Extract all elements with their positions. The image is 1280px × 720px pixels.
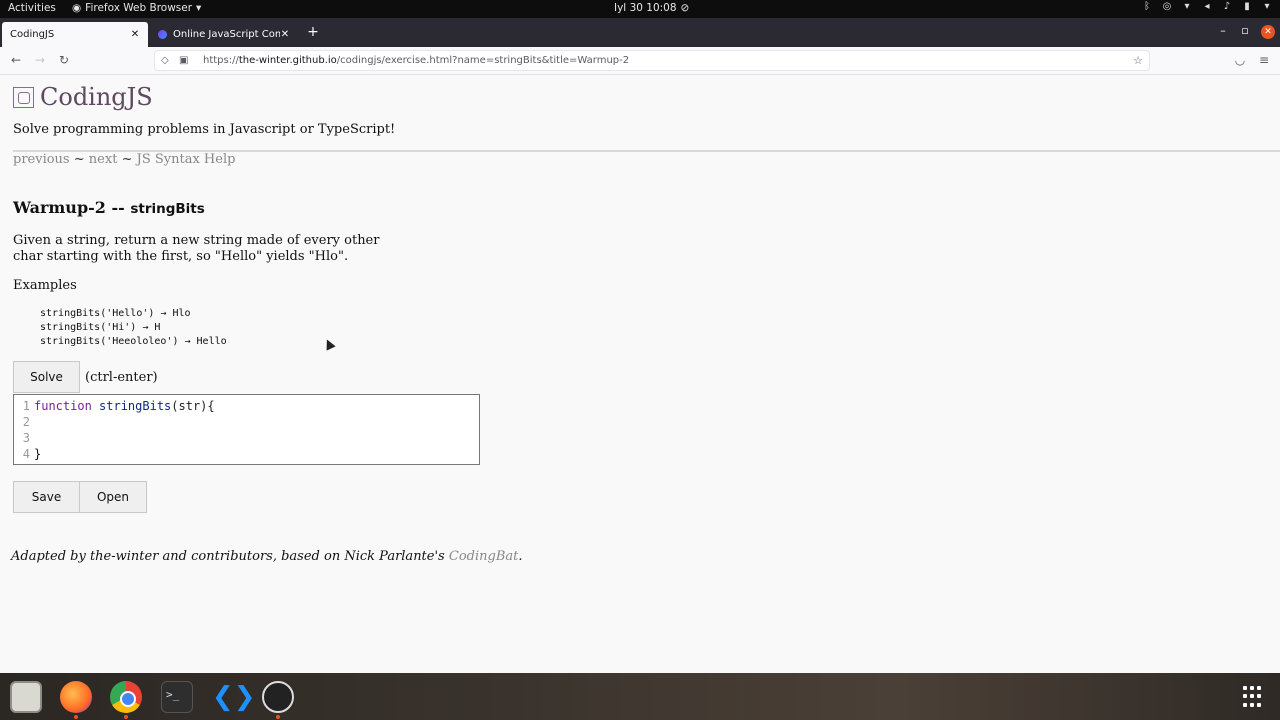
close-window-icon[interactable]: ✕	[1261, 25, 1275, 39]
lock-icon[interactable]: ▣	[179, 55, 191, 66]
pocket-icon[interactable]: ◡	[1233, 53, 1247, 67]
tab-strip: CodingJS ✕ Online JavaScript Compil ✕	[0, 18, 1280, 47]
url-text: https://the-winter.github.io/codingjs/ex…	[203, 55, 630, 66]
footer-text: Adapted by the-winter and contributors, …	[11, 549, 445, 564]
reload-icon[interactable]: ↻	[57, 53, 71, 67]
examples-list: stringBits('Hello') → Hlo stringBits('Hi…	[40, 307, 227, 349]
running-indicator	[276, 715, 280, 719]
forward-icon[interactable]: →	[33, 53, 47, 67]
line-number: 3	[22, 431, 30, 445]
code-line: 2	[14, 414, 479, 430]
code-text: }	[34, 447, 42, 461]
close-tab-icon[interactable]: ✕	[130, 29, 140, 40]
chrome-icon[interactable]	[110, 681, 142, 713]
chevron-down-icon: ▾	[196, 2, 202, 14]
exercise-nav: previous ~ next ~ JS Syntax Help	[13, 152, 235, 167]
solve-shortcut-hint: (ctrl-enter)	[85, 370, 158, 385]
running-indicator	[74, 715, 78, 719]
open-button[interactable]: Open	[79, 481, 147, 513]
firefox-small-icon: ◉	[72, 2, 82, 14]
clock-label: Iyl 30 10:08	[614, 2, 677, 14]
site-header: CodingJS	[13, 83, 153, 111]
code-editor[interactable]: 1 function stringBits(str){ 2 3 4 }	[13, 394, 480, 465]
web-page: CodingJS Solve programming problems in J…	[0, 75, 1280, 673]
firefox-icon[interactable]	[60, 681, 92, 713]
clock[interactable]: Iyl 30 10:08 ⊘	[614, 2, 689, 14]
footer-period: .	[518, 549, 523, 564]
line-number: 2	[22, 415, 30, 429]
tab-title: CodingJS	[10, 29, 55, 40]
menu-icon[interactable]: ≡	[1257, 53, 1271, 67]
files-icon[interactable]	[10, 681, 42, 713]
site-title: CodingJS	[40, 83, 153, 111]
wifi-icon: ▾	[1184, 1, 1190, 12]
tab-favicon-icon	[158, 30, 167, 39]
js-syntax-help-link[interactable]: JS Syntax Help	[137, 152, 236, 167]
save-button[interactable]: Save	[13, 481, 80, 513]
exercise-category: Warmup-2 --	[13, 198, 125, 217]
mouse-cursor	[322, 337, 336, 351]
codingbat-link[interactable]: CodingBat	[449, 549, 518, 564]
sync-icon: ◎	[1162, 1, 1172, 12]
new-tab-icon[interactable]: +	[306, 24, 320, 40]
code-line: 4 }	[14, 446, 479, 462]
system-top-bar: Activities ◉ Firefox Web Browser ▾ Iyl 3…	[0, 0, 1280, 18]
battery-icon: ▮	[1244, 1, 1250, 12]
dock: >_ ❮❯	[0, 673, 1280, 720]
tab-online-js-compiler[interactable]: Online JavaScript Compil ✕	[150, 22, 298, 47]
vscode-icon[interactable]: ❮❯	[212, 681, 256, 713]
exercise-name: stringBits	[130, 201, 205, 217]
solve-button[interactable]: Solve	[13, 361, 80, 393]
nav-separator: ~	[121, 152, 133, 167]
app-menu-label: Firefox Web Browser	[85, 2, 193, 14]
terminal-icon[interactable]: >_	[161, 681, 193, 713]
show-applications-icon[interactable]	[1243, 686, 1265, 708]
tagline: Solve programming problems in Javascript…	[13, 122, 396, 137]
url-bar[interactable]: ◇ ▣ https://the-winter.github.io/codingj…	[154, 50, 1150, 71]
exercise-title: Warmup-2 -- stringBits	[13, 198, 205, 217]
back-icon[interactable]: ←	[9, 53, 23, 67]
next-link[interactable]: next	[89, 152, 118, 167]
maximize-icon[interactable]: ▫	[1238, 24, 1252, 37]
line-number: 4	[22, 447, 30, 461]
tab-codingjs[interactable]: CodingJS ✕	[2, 22, 148, 47]
system-tray[interactable]: ᛒ ◎ ▾ ◂ ♪ ▮ ▾	[1142, 1, 1272, 12]
exercise-description: Given a string, return a new string made…	[13, 233, 380, 264]
close-tab-icon[interactable]: ✕	[280, 29, 290, 40]
navigation-toolbar: ← → ↻ ◇ ▣ https://the-winter.github.io/c…	[0, 47, 1280, 75]
nav-separator: ~	[73, 152, 85, 167]
running-indicator	[124, 715, 128, 719]
microphone-icon: ♪	[1223, 1, 1231, 12]
line-number: 1	[22, 399, 30, 413]
tab-title: Online JavaScript Compil	[173, 29, 280, 40]
code-line: 1 function stringBits(str){	[14, 398, 479, 414]
tracking-shield-icon[interactable]: ◇	[161, 55, 173, 66]
minimize-icon[interactable]: –	[1216, 24, 1230, 37]
obs-icon[interactable]	[262, 681, 294, 713]
examples-label: Examples	[13, 278, 77, 293]
example-line: stringBits('Hi') → H	[40, 322, 161, 333]
power-menu-icon: ▾	[1264, 1, 1270, 12]
notifications-off-icon: ⊘	[680, 2, 690, 14]
bluetooth-icon: ᛒ	[1144, 1, 1150, 12]
bookmark-star-icon[interactable]: ☆	[1133, 54, 1143, 67]
logo-icon	[13, 86, 34, 108]
previous-link[interactable]: previous	[13, 152, 70, 167]
app-menu[interactable]: ◉ Firefox Web Browser ▾	[72, 2, 201, 14]
example-line: stringBits('Heeololeo') → Hello	[40, 336, 227, 347]
footer-credit: Adapted by the-winter and contributors, …	[11, 549, 523, 564]
example-line: stringBits('Hello') → Hlo	[40, 308, 191, 319]
code-line: 3	[14, 430, 479, 446]
volume-icon: ◂	[1204, 1, 1210, 12]
activities-button[interactable]: Activities	[8, 2, 56, 14]
code-text: function stringBits(str){	[34, 399, 215, 413]
